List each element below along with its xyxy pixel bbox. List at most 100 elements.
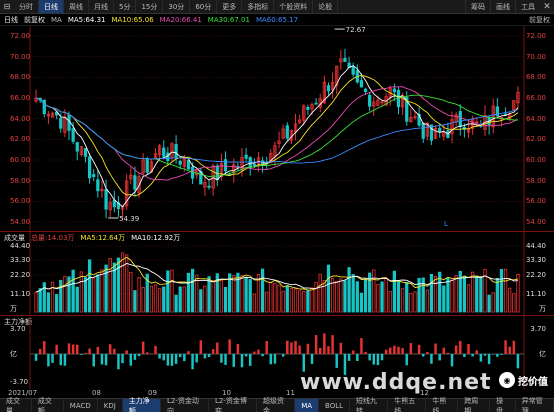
volume-bar [211,280,215,313]
toolbar-right-0[interactable]: 筹码 [465,0,490,13]
indicator-tab-0[interactable]: 成交量 [0,397,32,412]
volume-bar [129,271,133,313]
volume-bar [512,293,516,313]
adjust-dropdown[interactable]: 前复权 [529,15,550,25]
volume-bar [376,284,380,313]
volume-bar [186,272,191,313]
volume-bar [322,280,327,313]
tab-4[interactable]: 5分 [114,0,137,13]
flow-bar [516,354,520,369]
flow-bar [483,354,487,356]
flow-bar [294,340,297,354]
layout-icon[interactable]: ⊟ [0,0,14,13]
watermark-brand: ◉ 挖价值 [499,372,548,388]
candle-body [392,88,397,93]
volume-bar [396,280,401,313]
candle-body [162,147,166,157]
indicator-tab-3[interactable]: KDJ [98,399,123,412]
ma60-line [36,97,519,164]
volume-bar [141,286,145,313]
flow-bar [174,354,178,364]
indicator-tab-12[interactable]: 牛熊线 [426,397,459,412]
volume-bar [79,271,84,313]
flow-bar [211,349,215,354]
volume-bar [335,280,339,313]
volume-bar [343,280,347,313]
tab-11[interactable]: 论股 [313,0,339,13]
indicator-tab-15[interactable]: 异常管理 [516,397,554,412]
indicator-tab-9[interactable]: BOLL [319,399,351,412]
tab-6[interactable]: 30分 [163,0,191,13]
indicator-tab-4[interactable]: 主力净额 [122,397,161,412]
flow-bar [364,351,367,354]
indicator-tab-7[interactable]: 超级资金 [257,397,296,412]
toolbar-right-1[interactable]: 画线 [490,0,515,13]
flow-bar [310,354,314,364]
volume-bar [310,287,314,313]
flow-bar [88,348,91,354]
flow-bar [401,348,404,354]
flow-bar [76,344,79,354]
indicator-tab-1[interactable]: 成交额 [32,397,64,412]
indicator-tab-8[interactable]: MA [295,399,320,412]
indicator-tab-6[interactable]: L2-资金博弈 [209,397,257,412]
flow-bar [67,343,71,354]
tab-2[interactable]: 周线 [64,0,89,13]
volume-bar [499,269,504,313]
flow-bar [467,344,470,354]
volume-bars[interactable] [0,232,554,316]
toolbar-right-2[interactable]: 工具 [515,0,540,13]
tab-5[interactable]: 15分 [136,0,164,13]
date-tick: 08 [92,389,101,397]
tab-0[interactable]: 分时 [14,0,39,13]
indicator-tab-14[interactable]: 操盘 [490,397,516,412]
ma10-value: MA10:65.06 [111,15,154,24]
volume-bar [289,288,294,313]
flow-bar [351,350,355,354]
flow-bar [187,351,190,354]
tab-9[interactable]: 多指标 [242,0,275,13]
flow-bar [368,354,371,361]
flow-bar [273,354,277,364]
indicator-tab-11[interactable]: 牛熊五线 [388,397,427,412]
indicator-tab-13[interactable]: 跨周期 [458,397,491,412]
candle-body [145,158,149,173]
period-tabs: ⊟ 分时 日线 周线 月线 5分 15分 30分 60分 更多 多指标 个股资料 论股 [0,0,339,13]
volume-bar [400,288,405,313]
flow-bar [133,354,137,360]
candle-body [368,94,372,107]
volume-bar [314,281,318,313]
toolbar-right: 筹码 画线 工具 [465,0,540,13]
flow-bar [59,354,63,366]
volume-panel[interactable]: 成交量 总量:14.03万 MA5:12.64万 MA10:12.92万 44.… [0,232,554,316]
event-marker: L [444,220,448,228]
price-chart-panel[interactable]: 72.00 70.00 68.00 66.00 64.00 62.00 60.00 58.00… [0,26,554,232]
candlestick-chart[interactable]: 72.67 54.39 L [0,26,554,232]
period-label: 日线 [4,15,18,24]
flow-bar [471,354,474,357]
tab-10[interactable]: 个股资料 [274,0,314,13]
flow-bar [500,354,503,355]
volume-bar [429,273,434,313]
tab-8[interactable]: 更多 [217,0,243,13]
tab-1[interactable]: 日线 [39,0,64,13]
flow-bar [92,354,95,367]
indicator-tab-5[interactable]: L2-资金动向 [161,397,209,412]
close-icon[interactable]: ✕ [540,2,554,12]
flow-bar [84,352,87,354]
ma-indicator-name[interactable]: MA [51,16,62,24]
volume-bar [174,294,178,313]
flow-bar [487,354,491,365]
indicator-tab-10[interactable]: 短线九转 [350,397,389,412]
adjust-label[interactable]: 前复权 [24,15,45,25]
volume-bar [120,252,125,313]
tab-3[interactable]: 月线 [89,0,114,13]
indicator-tab-2[interactable]: MACD [64,399,98,412]
volume-bar [479,276,483,313]
flow-bar [459,340,462,354]
volume-bar [281,290,285,313]
volume-bar [351,274,355,313]
volume-bar [178,286,182,313]
tab-7[interactable]: 60分 [190,0,218,13]
volume-bar [265,291,269,313]
